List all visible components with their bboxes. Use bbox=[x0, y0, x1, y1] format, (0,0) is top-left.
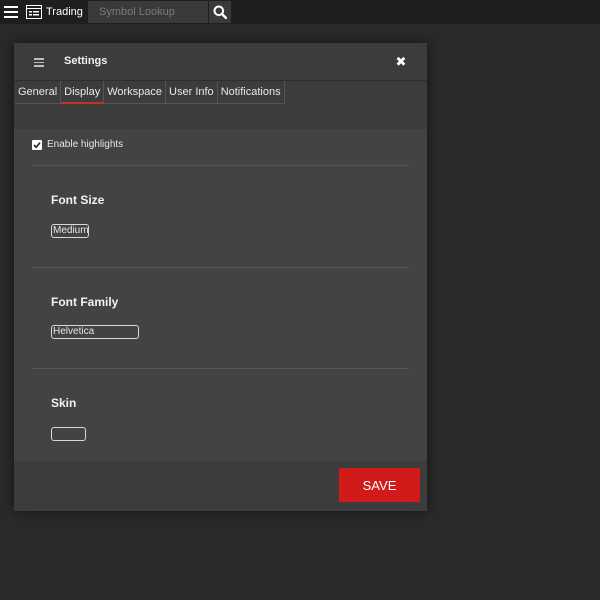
tab-display[interactable]: Display bbox=[61, 81, 105, 104]
dialog-title: Settings bbox=[64, 55, 108, 67]
skin-title: Skin bbox=[51, 396, 77, 410]
font-size-select[interactable]: Medium bbox=[51, 224, 89, 238]
dialog-header: Settings ✖ bbox=[14, 43, 427, 81]
tab-notifications[interactable]: Notifications bbox=[217, 81, 285, 104]
divider bbox=[32, 165, 409, 166]
search-icon bbox=[213, 5, 227, 19]
symbol-lookup-input[interactable] bbox=[88, 1, 208, 23]
top-toolbar: Trading bbox=[0, 0, 600, 24]
search-button[interactable] bbox=[209, 1, 231, 23]
dialog-footer: SAVE bbox=[14, 461, 427, 511]
settings-tabs: General Display Workspace User Info Noti… bbox=[15, 81, 285, 104]
enable-highlights-row: Enable highlights bbox=[32, 139, 123, 150]
divider bbox=[32, 368, 409, 369]
tab-general[interactable]: General bbox=[15, 81, 62, 104]
checkmark-icon bbox=[33, 141, 41, 148]
hamburger-menu-icon[interactable] bbox=[3, 4, 19, 20]
dialog-menu-icon[interactable] bbox=[34, 56, 46, 68]
enable-highlights-checkbox[interactable] bbox=[32, 139, 42, 150]
trading-window-icon bbox=[26, 5, 42, 19]
enable-highlights-label: Enable highlights bbox=[47, 139, 124, 150]
font-family-title: Font Family bbox=[51, 295, 119, 309]
tab-strip-spacer bbox=[14, 105, 427, 129]
trading-label: Trading bbox=[46, 6, 83, 18]
divider bbox=[32, 267, 409, 268]
font-size-title: Font Size bbox=[51, 193, 105, 207]
trading-button[interactable]: Trading bbox=[26, 2, 84, 22]
close-icon[interactable]: ✖ bbox=[394, 55, 408, 69]
font-family-select[interactable]: Helvetica bbox=[51, 325, 139, 339]
display-settings-panel: Enable highlights Font Size Medium Font … bbox=[14, 129, 427, 461]
save-button[interactable]: SAVE bbox=[339, 468, 420, 502]
tab-user-info[interactable]: User Info bbox=[166, 81, 218, 104]
settings-dialog: Settings ✖ General Display Workspace Use… bbox=[14, 43, 427, 511]
tab-workspace[interactable]: Workspace bbox=[104, 81, 167, 104]
skin-select[interactable] bbox=[51, 427, 86, 441]
